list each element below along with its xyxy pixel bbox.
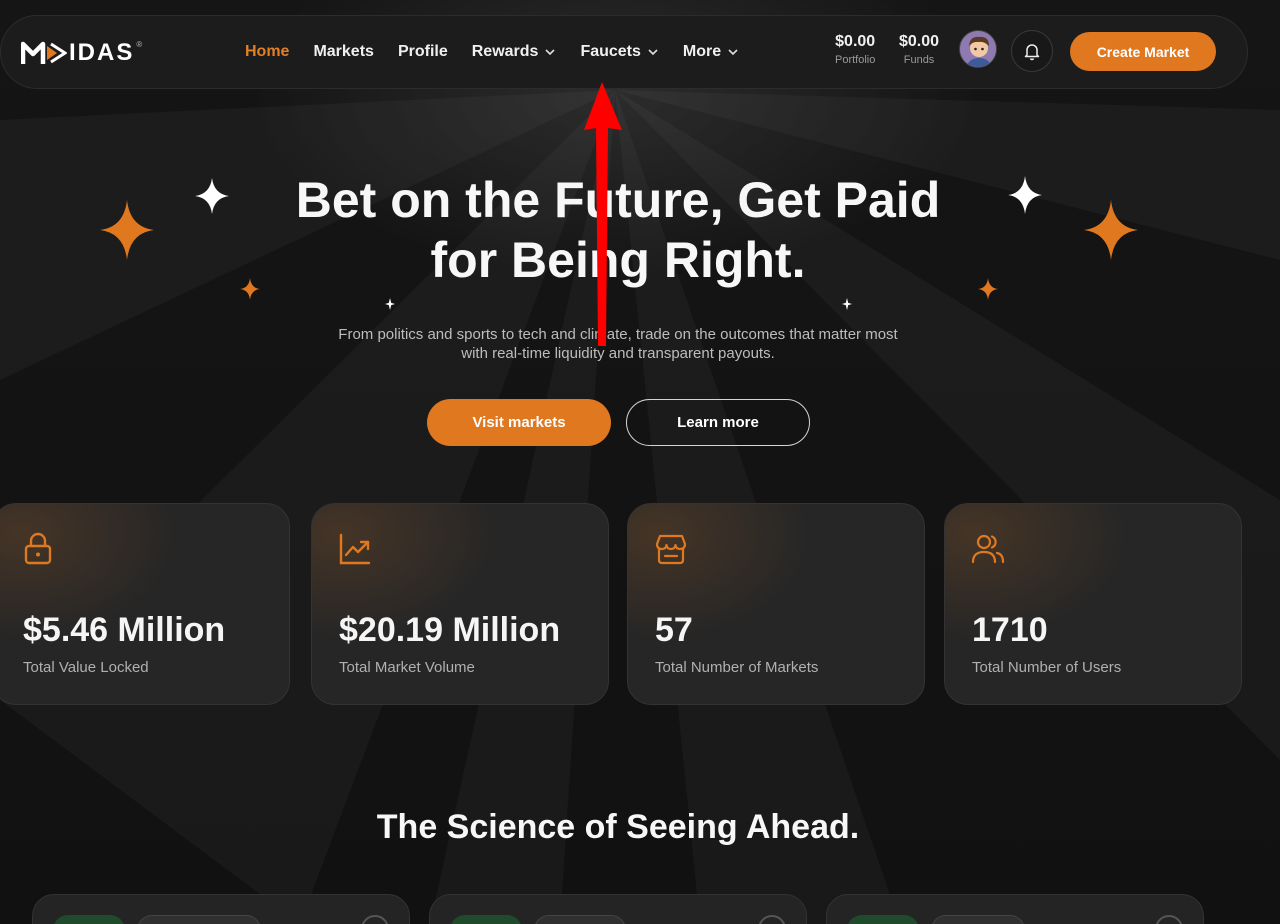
portfolio-amount: $0.00: [835, 33, 876, 50]
users-icon: [971, 534, 1005, 564]
trending-up-icon: [339, 533, 371, 565]
portfolio-label: Portfolio: [835, 54, 876, 66]
nav-profile-label: Profile: [397, 43, 448, 60]
nav-profile[interactable]: Profile: [398, 43, 448, 61]
section-title: The Science of Seeing Ahead.: [376, 808, 860, 846]
tag-pill: [137, 915, 261, 924]
logo-text: IDAS: [69, 39, 135, 66]
portfolio-balance[interactable]: $0.00 Portfolio: [835, 33, 875, 66]
nav-markets[interactable]: Markets: [313, 43, 373, 61]
sparkle-icon: [385, 298, 395, 310]
funds-label: Funds: [903, 54, 935, 66]
registered-mark: ®: [136, 40, 143, 49]
nav-more[interactable]: More: [683, 43, 739, 61]
stat-label: Total Number of Markets: [655, 659, 819, 676]
stat-value: $20.19 Million: [339, 611, 561, 649]
info-icon[interactable]: [1155, 915, 1183, 924]
light-rays: [0, 0, 1280, 924]
stat-card-tvl: $5.46 Million Total Value Locked: [0, 503, 290, 705]
nav-more-label: More: [682, 43, 722, 60]
bell-icon: [1024, 44, 1040, 61]
chevron-down-icon: [545, 49, 556, 56]
nav-markets-label: Markets: [313, 43, 374, 60]
notifications-button[interactable]: [1011, 30, 1053, 72]
learn-more-button[interactable]: Learn more: [626, 399, 810, 446]
stat-card-markets: 57 Total Number of Markets: [627, 503, 925, 705]
nav-faucets-label: Faucets: [580, 43, 641, 60]
nav-rewards[interactable]: Rewards: [472, 43, 557, 61]
market-card-preview[interactable]: [429, 894, 807, 924]
stat-label: Total Value Locked: [23, 659, 149, 676]
market-card-preview[interactable]: [826, 894, 1204, 924]
visit-markets-button[interactable]: Visit markets: [427, 399, 611, 446]
nav-home[interactable]: Home: [245, 43, 289, 61]
tag-pill: [534, 915, 626, 924]
category-pill: [847, 915, 919, 924]
annotation-arrow-icon: [584, 82, 622, 346]
category-pill: [450, 915, 522, 924]
main-menu: Home Markets Profile Rewards Faucets Mor…: [245, 43, 763, 61]
chevron-down-icon: [728, 49, 738, 56]
avatar-image: [960, 31, 996, 67]
stat-label: Total Number of Users: [972, 659, 1122, 676]
nav-home-label: Home: [245, 43, 290, 60]
nav-rewards-label: Rewards: [471, 43, 539, 60]
create-market-button[interactable]: Create Market: [1070, 32, 1216, 71]
top-navbar: IDAS ® Home Markets Profile Rewards Fauc…: [0, 15, 1248, 89]
logo-mark-icon: [21, 41, 67, 64]
stat-value: $5.46 Million: [23, 611, 226, 649]
nav-faucets[interactable]: Faucets: [580, 43, 658, 61]
funds-balance[interactable]: $0.00 Funds: [899, 33, 939, 66]
tag-pill: [931, 915, 1025, 924]
stat-value: 1710: [972, 611, 1048, 649]
stat-value: 57: [655, 611, 693, 649]
logo[interactable]: IDAS ®: [21, 38, 142, 68]
stat-card-volume: $20.19 Million Total Market Volume: [311, 503, 609, 705]
category-pill: [53, 915, 125, 924]
store-icon: [655, 534, 687, 565]
stat-card-users: 1710 Total Number of Users: [944, 503, 1242, 705]
lock-icon: [24, 532, 52, 565]
market-card-preview[interactable]: [32, 894, 410, 924]
info-icon[interactable]: [361, 915, 389, 924]
sparkle-icon: [842, 298, 852, 310]
stat-label: Total Market Volume: [339, 659, 475, 676]
chevron-down-icon: [648, 49, 658, 56]
avatar[interactable]: [959, 30, 997, 68]
funds-amount: $0.00: [899, 33, 940, 50]
background: [0, 0, 1280, 924]
info-icon[interactable]: [758, 915, 786, 924]
